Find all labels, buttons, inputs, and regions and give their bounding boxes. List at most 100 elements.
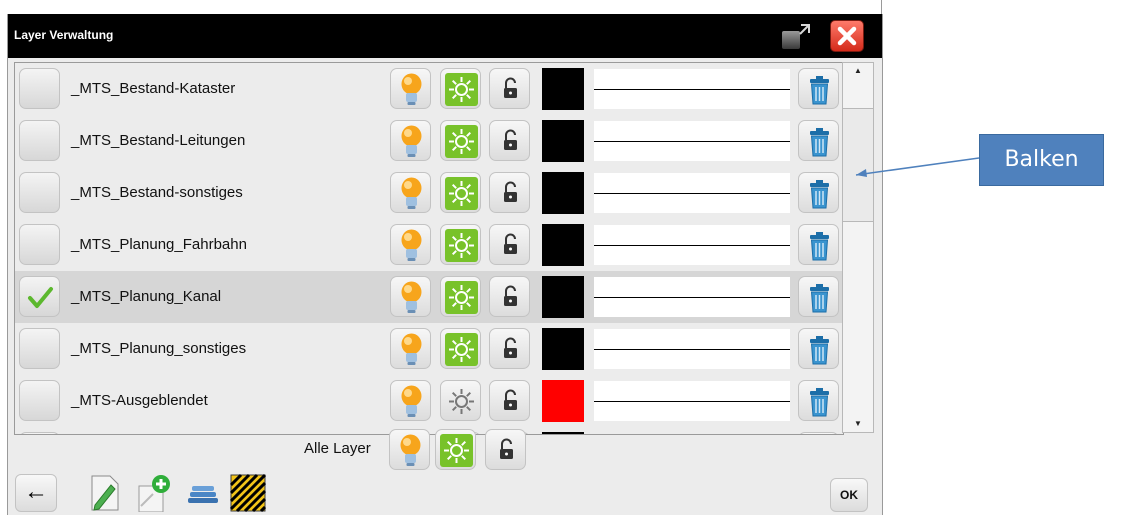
edit-document-icon[interactable] (86, 472, 122, 512)
sun-icon (445, 333, 478, 366)
all-layers-lock-toggle[interactable] (485, 429, 526, 470)
sun-icon (445, 281, 478, 314)
layer-select-checkbox[interactable] (19, 224, 60, 265)
layer-lock-toggle[interactable] (489, 276, 530, 317)
layer-color-swatch[interactable] (542, 68, 584, 110)
hatch-pattern-icon[interactable] (230, 472, 266, 512)
linetype-line (594, 89, 790, 90)
layer-row[interactable]: _MTS-Ausgeblendet (15, 375, 843, 427)
back-button[interactable]: ← (15, 474, 57, 512)
layer-active-toggle[interactable] (440, 68, 481, 109)
all-layers-active-toggle[interactable] (435, 429, 476, 470)
window-frame-top (7, 0, 882, 14)
unlocked-padlock-icon (504, 233, 517, 254)
layer-active-toggle[interactable] (440, 276, 481, 317)
sun-icon (445, 177, 478, 210)
layer-select-checkbox[interactable] (19, 276, 60, 317)
add-layer-icon[interactable] (135, 472, 171, 512)
trash-icon (810, 284, 829, 313)
bottom-toolbar: ← OK (8, 468, 882, 515)
layer-name: _MTS_Planung_Fahrbahn (71, 236, 247, 253)
layer-active-toggle[interactable] (440, 172, 481, 213)
layer-select-checkbox[interactable] (19, 328, 60, 369)
layer-linetype-preview[interactable] (594, 69, 790, 109)
layer-linetype-preview[interactable] (594, 173, 790, 213)
unlocked-padlock-icon (504, 389, 517, 410)
layer-delete-button[interactable] (798, 120, 839, 161)
layer-visible-toggle[interactable] (390, 68, 431, 109)
layer-select-checkbox[interactable] (19, 120, 60, 161)
layer-color-swatch[interactable] (542, 380, 584, 422)
lightbulb-icon (401, 333, 422, 365)
layer-lock-toggle[interactable] (489, 68, 530, 109)
layer-linetype-preview[interactable] (594, 277, 790, 317)
linetype-line (594, 349, 790, 350)
layer-delete-button[interactable] (798, 224, 839, 265)
layer-row[interactable]: _MTS_Bestand-Kataster (15, 63, 843, 115)
maximize-icon[interactable] (780, 21, 812, 51)
layer-linetype-preview[interactable] (594, 225, 790, 265)
unlocked-padlock-icon (504, 129, 517, 150)
layer-row[interactable]: _MTS_Planung_Fahrbahn (15, 219, 843, 271)
layer-select-checkbox[interactable] (19, 380, 60, 421)
layer-color-swatch[interactable] (542, 224, 584, 266)
layer-delete-button[interactable] (798, 328, 839, 369)
layer-visible-toggle[interactable] (390, 380, 431, 421)
close-button[interactable] (830, 20, 864, 52)
layer-row[interactable]: _MTS_Bestand-Leitungen (15, 115, 843, 167)
lightbulb-icon (401, 281, 422, 313)
layers-stack-icon[interactable] (184, 472, 220, 512)
layer-linetype-preview[interactable] (594, 121, 790, 161)
layer-visible-toggle[interactable] (390, 120, 431, 161)
layer-row[interactable]: _MTS_Planung_Kanal (15, 271, 843, 323)
lightbulb-icon (401, 177, 422, 209)
layer-color-swatch[interactable] (542, 172, 584, 214)
layer-active-toggle[interactable] (440, 328, 481, 369)
ok-button[interactable]: OK (830, 478, 868, 512)
layer-select-checkbox[interactable] (19, 172, 60, 213)
layer-visible-toggle[interactable] (390, 328, 431, 369)
layer-name: _MTS_Bestand-sonstiges (71, 184, 243, 201)
layer-lock-toggle[interactable] (489, 120, 530, 161)
layer-name: _MTS-Ausgeblendet (71, 392, 208, 409)
layer-row[interactable]: _MTS_Bestand-sonstiges (15, 167, 843, 219)
scroll-up-arrow-icon[interactable]: ▲ (843, 63, 873, 79)
trash-icon (810, 336, 829, 365)
layer-active-toggle[interactable] (440, 120, 481, 161)
lightbulb-icon (400, 434, 421, 466)
layer-active-toggle[interactable] (440, 380, 481, 421)
layer-lock-toggle[interactable] (489, 328, 530, 369)
layer-lock-toggle[interactable] (489, 224, 530, 265)
linetype-line (594, 193, 790, 194)
layer-visible-toggle[interactable] (390, 172, 431, 213)
layer-active-toggle[interactable] (440, 224, 481, 265)
layer-color-swatch[interactable] (542, 120, 584, 162)
checkmark-icon (28, 287, 53, 308)
lightbulb-icon (401, 385, 422, 417)
trash-icon (810, 128, 829, 157)
scroll-down-arrow-icon[interactable]: ▼ (843, 416, 873, 432)
all-layers-visible-toggle[interactable] (389, 429, 430, 470)
layer-delete-button[interactable] (798, 68, 839, 109)
layer-visible-toggle[interactable] (390, 224, 431, 265)
layer-color-swatch[interactable] (542, 328, 584, 370)
layer-delete-button[interactable] (798, 380, 839, 421)
sun-icon (445, 125, 478, 158)
layer-linetype-preview[interactable] (594, 329, 790, 369)
layer-visible-toggle[interactable] (390, 276, 431, 317)
vertical-scrollbar[interactable]: ▲ ▼ (842, 62, 874, 433)
layer-delete-button (798, 432, 839, 434)
trash-icon (810, 232, 829, 261)
unlocked-padlock-icon (504, 285, 517, 306)
unlocked-padlock-icon (500, 438, 513, 459)
layer-delete-button[interactable] (798, 172, 839, 213)
layer-row[interactable]: _MTS_Planung_sonstiges (15, 323, 843, 375)
linetype-line (594, 297, 790, 298)
layer-lock-toggle[interactable] (489, 380, 530, 421)
layer-color-swatch[interactable] (542, 276, 584, 318)
layer-delete-button[interactable] (798, 276, 839, 317)
layer-select-checkbox[interactable] (19, 68, 60, 109)
layer-lock-toggle[interactable] (489, 172, 530, 213)
layer-linetype-preview[interactable] (594, 381, 790, 421)
layer-color-swatch (542, 432, 584, 434)
